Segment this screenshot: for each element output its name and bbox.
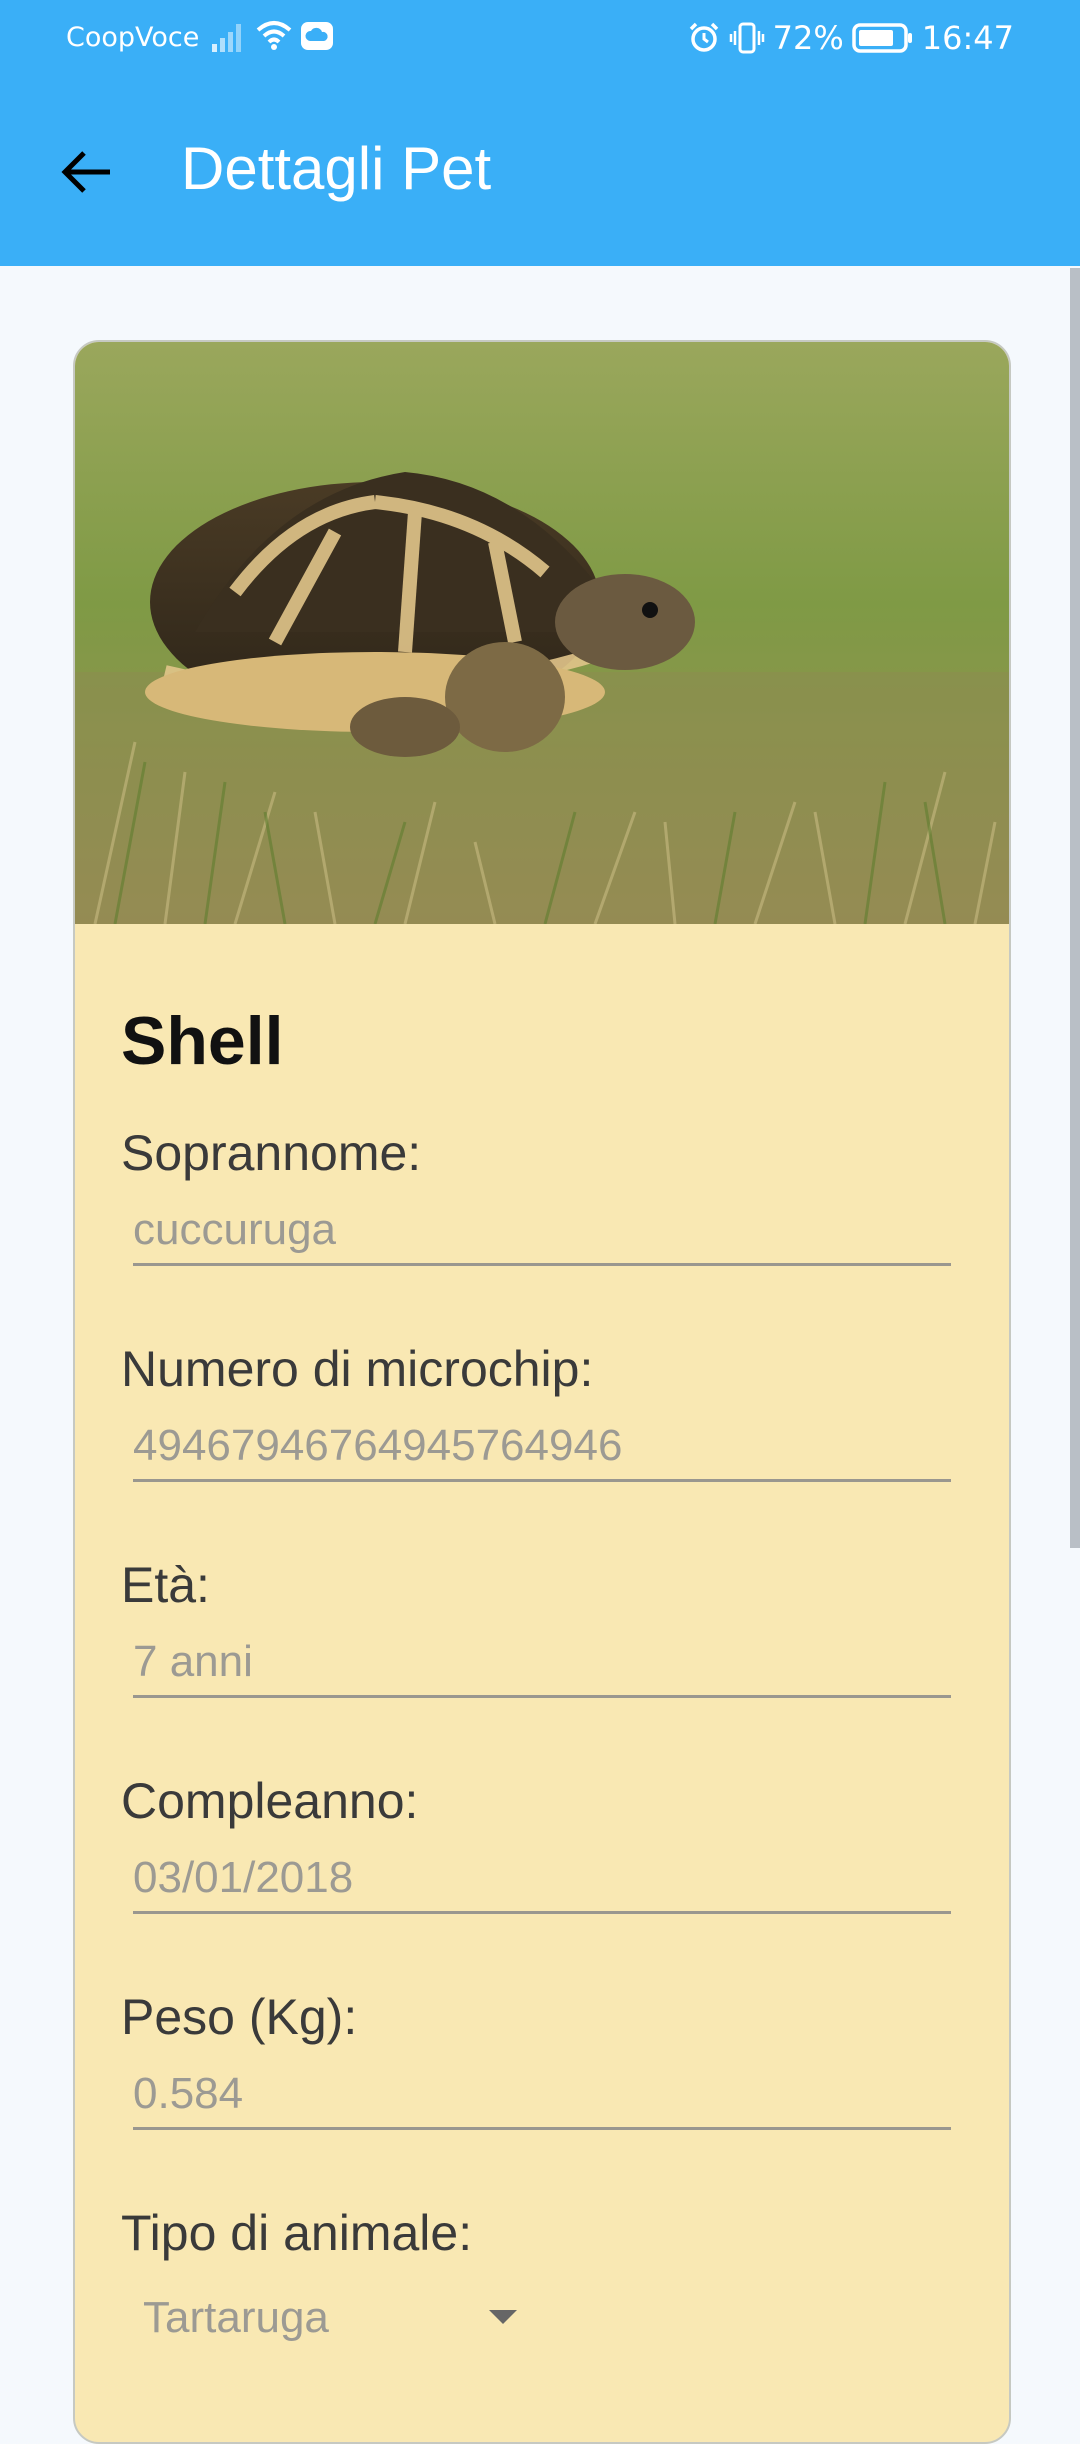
chevron-down-icon [489, 2310, 517, 2324]
field-label: Soprannome: [121, 1125, 422, 1181]
page-title: Dettagli Pet [181, 135, 492, 202]
age-field: Età: 7 anni [121, 1556, 963, 1716]
birthday-input[interactable]: 03/01/2018 [133, 1850, 951, 1914]
wifi-icon [256, 21, 292, 50]
back-button[interactable] [50, 136, 122, 208]
weight-input[interactable]: 0.584 [133, 2066, 951, 2130]
status-bar: CoopVoce 72% 16:47 [0, 0, 1080, 78]
status-right: 72% 16:47 [687, 18, 1014, 58]
microchip-input[interactable]: 49467946764945764946 [133, 1418, 951, 1482]
animal-type-value: Tartaruga [143, 2293, 329, 2342]
field-label: Tipo di animale: [121, 2205, 473, 2261]
carrier-label: CoopVoce [66, 22, 200, 53]
arrow-back-icon [61, 151, 110, 193]
field-label: Età: [121, 1557, 210, 1613]
nickname-field: Soprannome: cuccuruga [121, 1124, 963, 1284]
field-label: Peso (Kg): [121, 1989, 358, 2045]
pet-card: Shell Soprannome: cuccuruga Numero di mi… [73, 340, 1011, 2444]
pet-name: Shell [121, 1003, 284, 1079]
vibrate-icon [729, 22, 764, 54]
clock: 16:47 [921, 19, 1014, 57]
battery-icon [852, 23, 912, 53]
field-label: Compleanno: [121, 1773, 419, 1829]
birthday-field: Compleanno: 03/01/2018 [121, 1772, 963, 1932]
weight-field: Peso (Kg): 0.584 [121, 1988, 963, 2148]
animal-type-select[interactable]: Tartaruga [143, 2288, 523, 2352]
pet-photo [75, 342, 1009, 924]
scrollbar[interactable] [1070, 268, 1080, 1548]
cloud-icon [301, 22, 333, 50]
animal-type-field: Tipo di animale: Tartaruga [121, 2204, 963, 2364]
field-label: Numero di microchip: [121, 1341, 594, 1397]
microchip-field: Numero di microchip: 4946794676494576494… [121, 1340, 963, 1500]
battery-percent: 72% [772, 19, 844, 57]
nickname-input[interactable]: cuccuruga [133, 1202, 951, 1266]
app-bar: Dettagli Pet [0, 78, 1080, 266]
alarm-icon [689, 22, 718, 52]
age-input[interactable]: 7 anni [133, 1634, 951, 1698]
signal-icon [212, 24, 241, 52]
